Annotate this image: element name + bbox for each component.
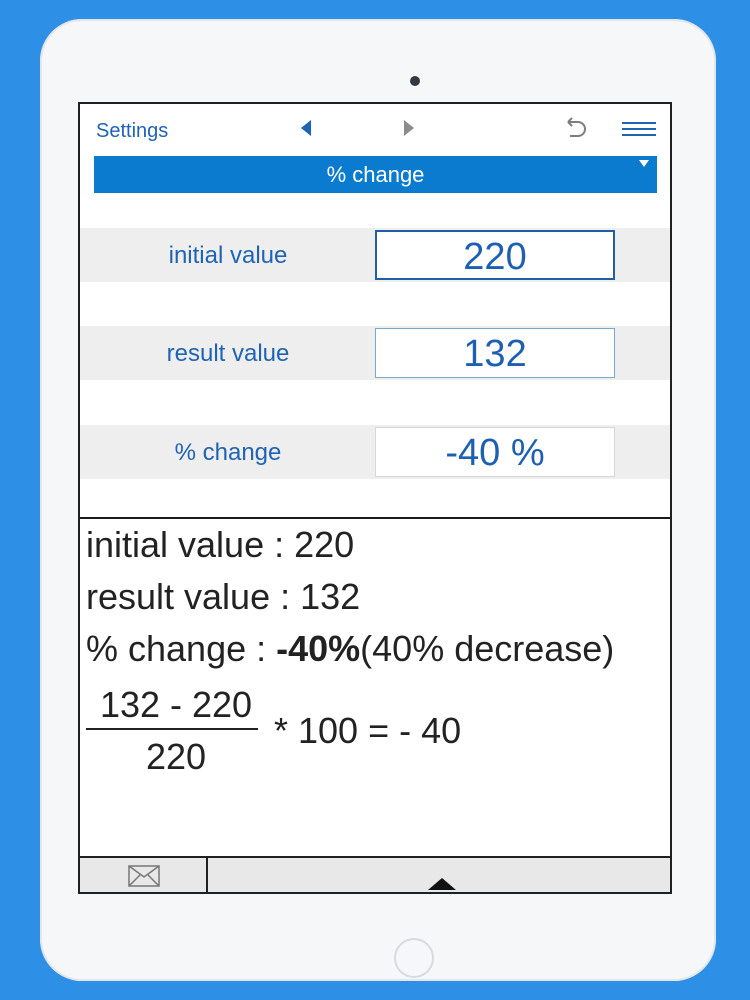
explanation-change-value: -40% — [276, 628, 361, 669]
menu-icon[interactable] — [622, 122, 656, 136]
formula-result: * 100 = - 40 — [274, 710, 462, 751]
mode-selector[interactable]: % change — [94, 156, 657, 193]
result-value-row: result value 132 — [80, 326, 670, 380]
back-arrow-icon[interactable] — [301, 120, 311, 136]
initial-value-input[interactable]: 220 — [375, 230, 615, 280]
initial-value-row: initial value 220 — [80, 228, 670, 282]
home-button[interactable] — [394, 938, 434, 978]
chevron-down-icon — [639, 160, 649, 167]
explanation-change-prefix: % change : — [86, 628, 277, 669]
app-screen: Settings % change initial value 220 resu… — [78, 102, 672, 894]
front-camera — [410, 76, 420, 86]
result-value-input[interactable]: 132 — [375, 328, 615, 378]
mail-button[interactable] — [80, 858, 208, 892]
percent-change-output: -40 % — [375, 427, 615, 477]
forward-arrow-icon[interactable] — [404, 120, 414, 136]
bottom-bar — [80, 856, 670, 892]
settings-button[interactable]: Settings — [96, 120, 168, 143]
percent-change-row: % change -40 % — [80, 425, 670, 479]
result-value-label: result value — [166, 340, 290, 367]
envelope-icon — [128, 865, 160, 887]
undo-icon[interactable] — [560, 114, 588, 142]
explanation-result: result value : 132 — [86, 576, 361, 617]
explanation-change: % change : -40%(40% decrease) — [86, 628, 614, 670]
mode-selected-label: % change — [326, 162, 425, 187]
initial-value-label: initial value — [168, 242, 288, 269]
fraction-bar — [86, 728, 258, 730]
expand-up-icon[interactable] — [428, 878, 456, 890]
fraction-numerator: 132 - 220 — [99, 684, 253, 725]
explanation-change-suffix: (40% decrease) — [360, 628, 615, 669]
toolbar: Settings — [80, 104, 670, 154]
fraction-denominator: 220 — [145, 736, 207, 777]
percent-change-label: % change — [174, 439, 282, 466]
explanation-initial: initial value : 220 — [86, 524, 355, 565]
section-divider — [80, 517, 670, 519]
